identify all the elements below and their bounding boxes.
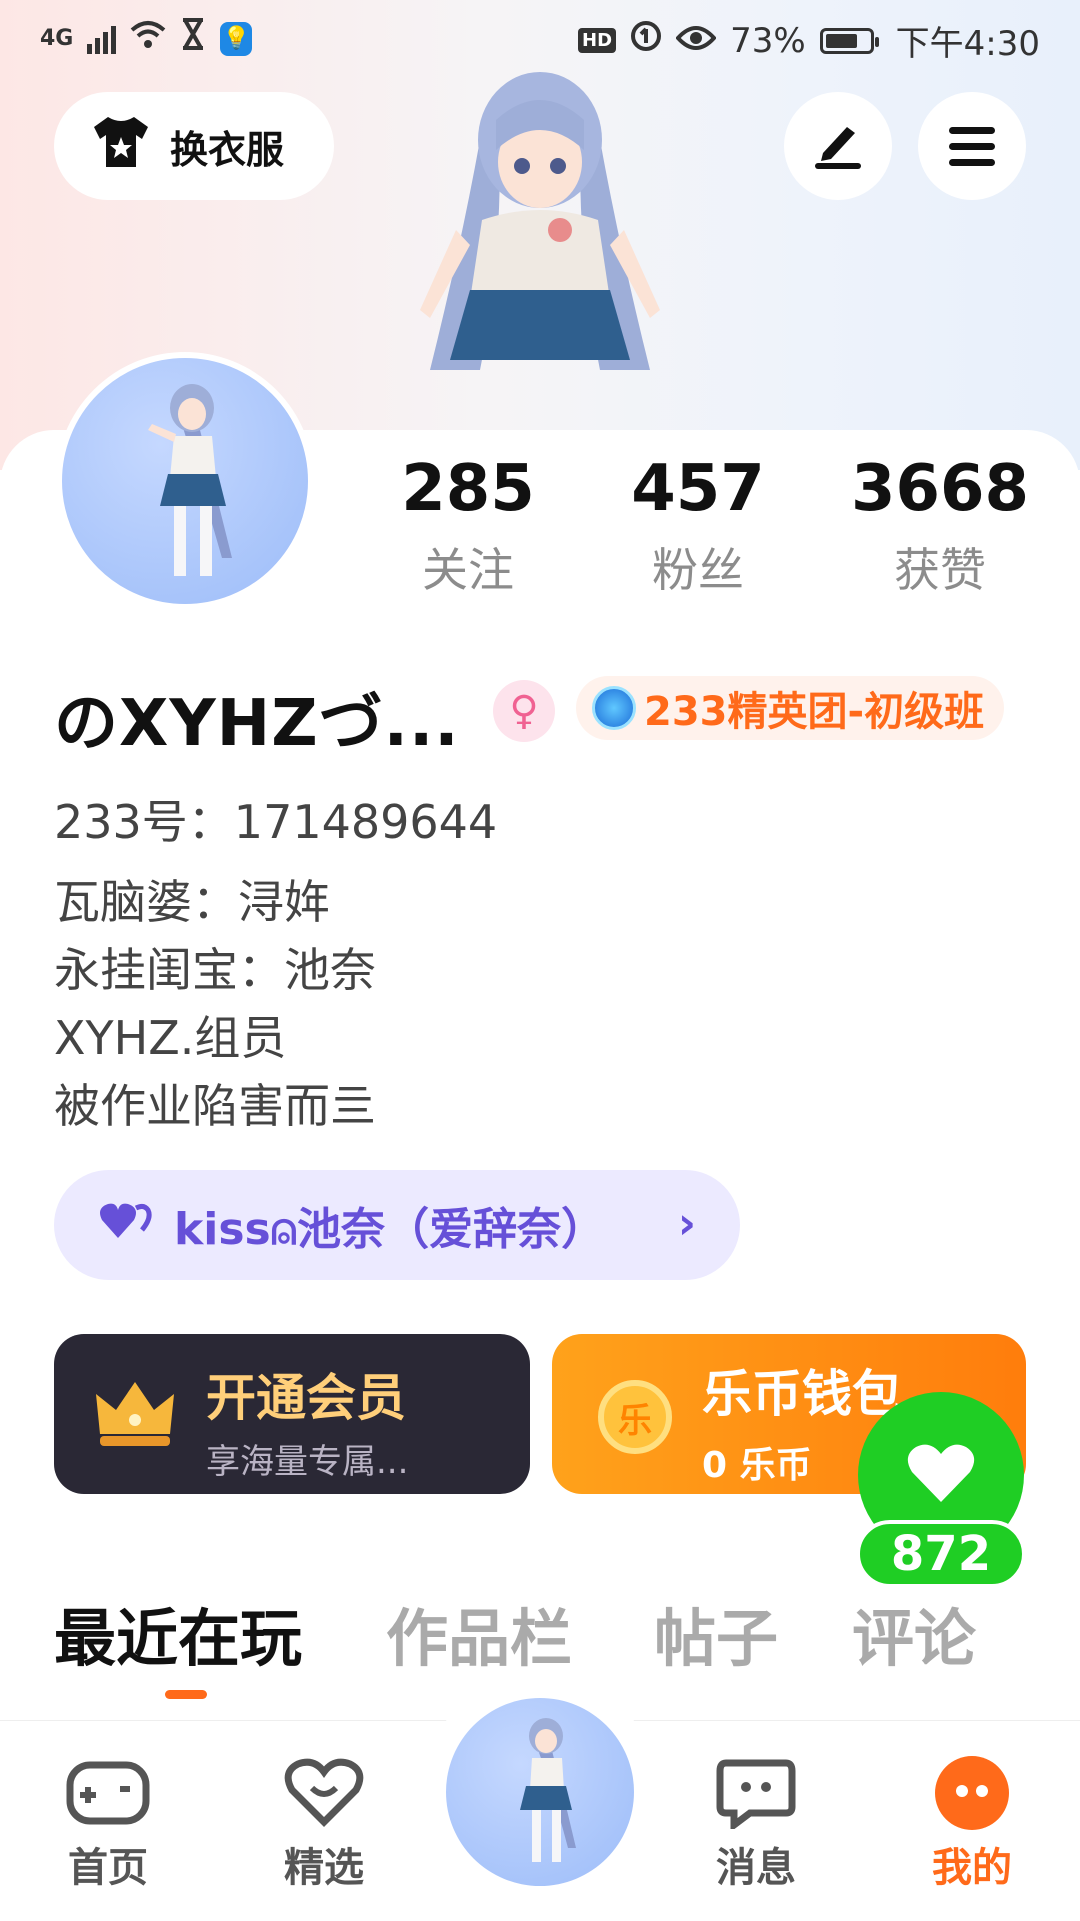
- chat-icon: [713, 1757, 799, 1829]
- nav-label: 我的: [932, 1845, 1012, 1891]
- user-id: 233号：171489644: [54, 795, 498, 849]
- tab-recently-played[interactable]: 最近在玩: [54, 1588, 302, 1678]
- data-saver-icon: [630, 20, 662, 61]
- nav-label: 首页: [68, 1845, 148, 1891]
- badge-gem-icon: [592, 686, 636, 730]
- stat-value: 457: [631, 452, 765, 526]
- edit-profile-button[interactable]: [784, 92, 892, 200]
- nav-label: 消息: [716, 1845, 796, 1891]
- wallet-title: 乐币钱包: [702, 1365, 902, 1423]
- clock: 下午4:30: [895, 24, 1040, 64]
- battery-percent: 73%: [730, 20, 806, 61]
- signal-icon: [87, 24, 117, 54]
- lightbulb-icon: 💡: [220, 21, 253, 56]
- username: のXYHZづ...: [54, 687, 460, 761]
- battery-icon: [819, 27, 879, 54]
- bio-line: 瓦脑婆：浔姩: [54, 875, 330, 929]
- hd-icon: HD: [578, 28, 617, 53]
- heart-icon: [906, 1442, 976, 1508]
- stat-label: 获赞: [894, 543, 986, 597]
- wallet-balance: 0 乐币: [702, 1445, 812, 1486]
- relationship-label: kiss⍝池奈（爱辞奈）: [174, 1204, 606, 1255]
- bio-line: 永挂闺宝：池奈: [54, 943, 376, 997]
- nav-me[interactable]: 我的: [892, 1756, 1052, 1893]
- change-outfit-label: 换衣服: [170, 127, 285, 172]
- badge-label: 233精英团-初级班: [644, 689, 985, 735]
- stat-label: 粉丝: [652, 543, 744, 597]
- bio-line: XYHZ.组员: [54, 1011, 287, 1065]
- center-avatar-button[interactable]: [446, 1698, 634, 1886]
- vip-card[interactable]: 开通会员 享海量专属...: [54, 1334, 530, 1494]
- vip-subtitle: 享海量专属...: [206, 1442, 409, 1482]
- nav-home[interactable]: 首页: [28, 1757, 188, 1893]
- vip-title: 开通会员: [206, 1369, 406, 1427]
- menu-icon: [949, 126, 995, 166]
- profile-dot-icon: [929, 1756, 1015, 1830]
- stat-value: 285: [401, 452, 535, 526]
- character-model[interactable]: [400, 70, 680, 430]
- tab-works[interactable]: 作品栏: [386, 1588, 572, 1678]
- hourglass-icon: [180, 18, 206, 59]
- female-icon: ♀: [493, 680, 555, 742]
- shirt-icon: [90, 115, 152, 178]
- gamepad-icon: [65, 1757, 151, 1829]
- stat-value: 3668: [850, 452, 1030, 526]
- stat-following[interactable]: 285 关注: [368, 452, 568, 600]
- double-heart-icon: [98, 1200, 154, 1251]
- crown-icon: [94, 1376, 176, 1456]
- status-bar: 4G 💡 HD 73% 下午4:30: [0, 0, 1080, 75]
- stat-followers[interactable]: 457 粉丝: [598, 452, 798, 600]
- menu-button[interactable]: [918, 92, 1026, 200]
- like-count: 872: [856, 1520, 1026, 1588]
- nav-messages[interactable]: 消息: [676, 1757, 836, 1893]
- nav-featured[interactable]: 精选: [244, 1757, 404, 1893]
- stat-label: 关注: [422, 543, 514, 597]
- bio-line: 被作业陷害而亖: [54, 1079, 376, 1133]
- edit-icon: [811, 119, 865, 173]
- signal-label: 4G: [40, 26, 74, 51]
- eye-icon: [675, 21, 717, 61]
- avatar[interactable]: [56, 352, 314, 610]
- elite-group-badge[interactable]: 233精英团-初级班: [576, 676, 1005, 740]
- bio: 瓦脑婆：浔姩 永挂闺宝：池奈 XYHZ.组员 被作业陷害而亖: [54, 868, 376, 1140]
- tab-indicator: [165, 1690, 207, 1699]
- change-outfit-button[interactable]: 换衣服: [54, 92, 334, 200]
- chevron-right-icon: ›: [677, 1198, 696, 1249]
- wifi-icon: [130, 19, 166, 59]
- stat-likes[interactable]: 3668 获赞: [840, 452, 1040, 600]
- nav-label: 精选: [284, 1845, 364, 1891]
- coin-icon: 乐: [598, 1380, 672, 1454]
- relationship-pill[interactable]: kiss⍝池奈（爱辞奈） ›: [54, 1170, 740, 1280]
- heart-outline-icon: [281, 1757, 367, 1829]
- tab-comments[interactable]: 评论: [852, 1588, 976, 1678]
- tab-posts[interactable]: 帖子: [654, 1588, 778, 1678]
